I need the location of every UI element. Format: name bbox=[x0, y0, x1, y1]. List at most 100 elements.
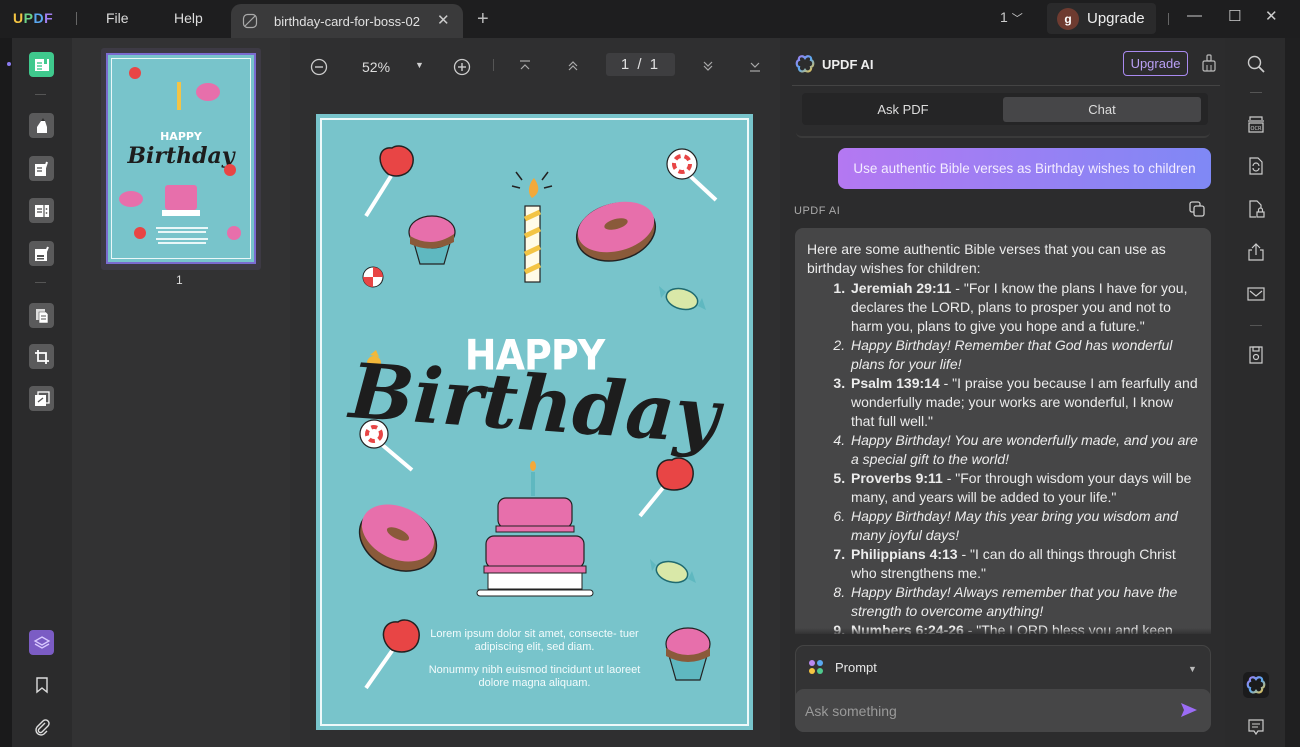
document-tab[interactable]: birthday-card-for-boss-02 ✕ bbox=[231, 4, 463, 38]
protect-icon[interactable] bbox=[1247, 200, 1265, 218]
page-number-input[interactable]: 1 / 1 bbox=[606, 53, 675, 76]
window-selector[interactable]: 1 ﹀ bbox=[1000, 9, 1023, 26]
ask-input[interactable] bbox=[795, 689, 1211, 732]
tab-ask-pdf[interactable]: Ask PDF bbox=[804, 97, 1002, 122]
watermark-icon bbox=[34, 390, 50, 406]
tab-chat[interactable]: Chat bbox=[1003, 97, 1201, 122]
cupcake-icon bbox=[665, 627, 711, 681]
answer-item: Happy Birthday! Remember that God has wo… bbox=[849, 336, 1199, 374]
fill-sign-icon bbox=[34, 246, 49, 261]
card-body-text-1: Lorem ipsum dolor sit amet, consecte- tu… bbox=[430, 628, 639, 653]
updf-ai-button[interactable] bbox=[1243, 672, 1269, 698]
wrapped-candy-icon bbox=[659, 286, 706, 311]
email-icon[interactable] bbox=[1247, 285, 1265, 303]
thumbnail-page-number: 1 bbox=[176, 273, 183, 287]
pdf-page: HAPPY Birthday Lorem ipsum dolor sit ame… bbox=[316, 114, 753, 730]
fill-sign-button[interactable] bbox=[29, 241, 54, 266]
organize-pages-button[interactable] bbox=[29, 303, 54, 328]
page-thumbnail[interactable]: HAPPY Birthday bbox=[106, 53, 256, 264]
save-icon[interactable] bbox=[1247, 346, 1265, 364]
prompt-dropdown-icon[interactable]: ▼ bbox=[1188, 664, 1197, 674]
answer-item: Happy Birthday! You are wonderfully made… bbox=[849, 431, 1199, 469]
divider bbox=[1168, 13, 1169, 25]
new-tab-button[interactable]: + bbox=[477, 8, 489, 31]
share-icon[interactable] bbox=[1247, 243, 1265, 261]
ai-upgrade-button[interactable]: Upgrade bbox=[1123, 51, 1188, 76]
divider bbox=[796, 132, 1210, 138]
answer-item-text: Happy Birthday! You are wonderfully made… bbox=[851, 432, 1198, 467]
assistant-label: UPDF AI bbox=[794, 205, 841, 217]
answer-item: Proverbs 9:11 - "For through wisdom your… bbox=[849, 469, 1199, 507]
verse-reference: Philippians 4:13 bbox=[851, 546, 958, 562]
zoom-dropdown-caret-icon[interactable]: ▼ bbox=[415, 60, 424, 70]
zoom-out-icon[interactable] bbox=[310, 58, 328, 76]
indicator-dot bbox=[7, 62, 11, 66]
window-count: 1 bbox=[1000, 9, 1008, 25]
answer-item: Happy Birthday! May this year bring you … bbox=[849, 507, 1199, 545]
window-edge bbox=[1285, 38, 1300, 747]
close-tab-icon[interactable]: ✕ bbox=[437, 11, 450, 29]
swirl-lollipop-icon bbox=[666, 148, 718, 202]
scroll-fade bbox=[795, 628, 1211, 636]
donut-icon bbox=[358, 504, 438, 572]
copy-icon[interactable] bbox=[1189, 201, 1205, 217]
attachment-icon[interactable] bbox=[33, 718, 51, 736]
organize-pages-icon bbox=[35, 308, 48, 323]
ai-mode-tabs: Ask PDF Chat bbox=[802, 93, 1208, 125]
verse-reference: Jeremiah 29:11 bbox=[851, 280, 952, 296]
verse-reference: Proverbs 9:11 bbox=[851, 470, 943, 486]
account-upgrade-button[interactable]: g Upgrade bbox=[1047, 3, 1156, 34]
search-icon[interactable] bbox=[1247, 55, 1265, 73]
divider bbox=[493, 59, 494, 71]
page-layout-button[interactable] bbox=[29, 198, 54, 223]
ocr-icon[interactable]: OCR bbox=[1247, 115, 1265, 133]
previous-page-icon[interactable] bbox=[566, 59, 580, 73]
thumbnail-artwork: HAPPY Birthday bbox=[119, 67, 241, 244]
edit-pdf-button[interactable] bbox=[29, 156, 54, 181]
layers-button[interactable] bbox=[29, 630, 54, 655]
last-page-icon[interactable] bbox=[748, 59, 762, 73]
menu-help[interactable]: Help bbox=[174, 10, 203, 26]
answer-item: Jeremiah 29:11 - "For I know the plans I… bbox=[849, 279, 1199, 336]
answer-item-text: Happy Birthday! May this year bring you … bbox=[851, 508, 1178, 543]
first-page-icon[interactable] bbox=[518, 59, 532, 73]
heart-lollipop-icon bbox=[638, 457, 694, 518]
close-window-icon[interactable]: ✕ bbox=[1265, 7, 1278, 25]
maximize-icon[interactable]: ☐ bbox=[1228, 7, 1241, 25]
zoom-in-icon[interactable] bbox=[453, 58, 471, 76]
convert-icon[interactable] bbox=[1247, 157, 1265, 175]
watermark-button[interactable] bbox=[29, 386, 54, 411]
menu-file[interactable]: File bbox=[106, 10, 129, 26]
clear-chat-icon[interactable] bbox=[1201, 54, 1217, 72]
right-toolbar bbox=[1225, 38, 1285, 747]
send-icon[interactable] bbox=[1180, 702, 1198, 718]
updf-logo: UPDF bbox=[13, 10, 54, 26]
answer-list: Jeremiah 29:11 - "For I know the plans I… bbox=[849, 279, 1199, 634]
crop-button[interactable] bbox=[29, 344, 54, 369]
tab-title: birthday-card-for-boss-02 bbox=[274, 14, 420, 29]
edit-text-icon bbox=[34, 161, 48, 176]
answer-item: Happy Birthday! Always remember that you… bbox=[849, 583, 1199, 621]
next-page-icon[interactable] bbox=[701, 59, 715, 73]
heart-lollipop-icon bbox=[364, 145, 414, 218]
zoom-level[interactable]: 52% bbox=[362, 59, 390, 75]
reader-icon bbox=[34, 58, 49, 71]
answer-item-text: Happy Birthday! Always remember that you… bbox=[851, 584, 1178, 619]
donut-icon bbox=[575, 201, 657, 262]
answer-intro: Here are some authentic Bible verses tha… bbox=[807, 241, 1166, 276]
divider bbox=[35, 282, 46, 283]
comment-icon[interactable] bbox=[1247, 718, 1265, 736]
page-layout-icon bbox=[34, 204, 49, 217]
window-edge bbox=[0, 38, 12, 747]
avatar: g bbox=[1057, 7, 1079, 30]
ai-panel-title: UPDF AI bbox=[822, 57, 874, 72]
reader-mode-button[interactable] bbox=[29, 52, 54, 77]
prompt-grid-icon bbox=[809, 660, 823, 674]
minimize-icon[interactable]: — bbox=[1187, 7, 1202, 24]
bookmark-icon[interactable] bbox=[33, 676, 51, 694]
cupcake-icon bbox=[408, 215, 456, 265]
comment-tool-button[interactable] bbox=[29, 113, 54, 138]
prompt-selector[interactable]: Prompt bbox=[835, 660, 877, 675]
svg-text:OCR: OCR bbox=[1251, 126, 1262, 132]
heart-lollipop-icon bbox=[364, 619, 420, 690]
